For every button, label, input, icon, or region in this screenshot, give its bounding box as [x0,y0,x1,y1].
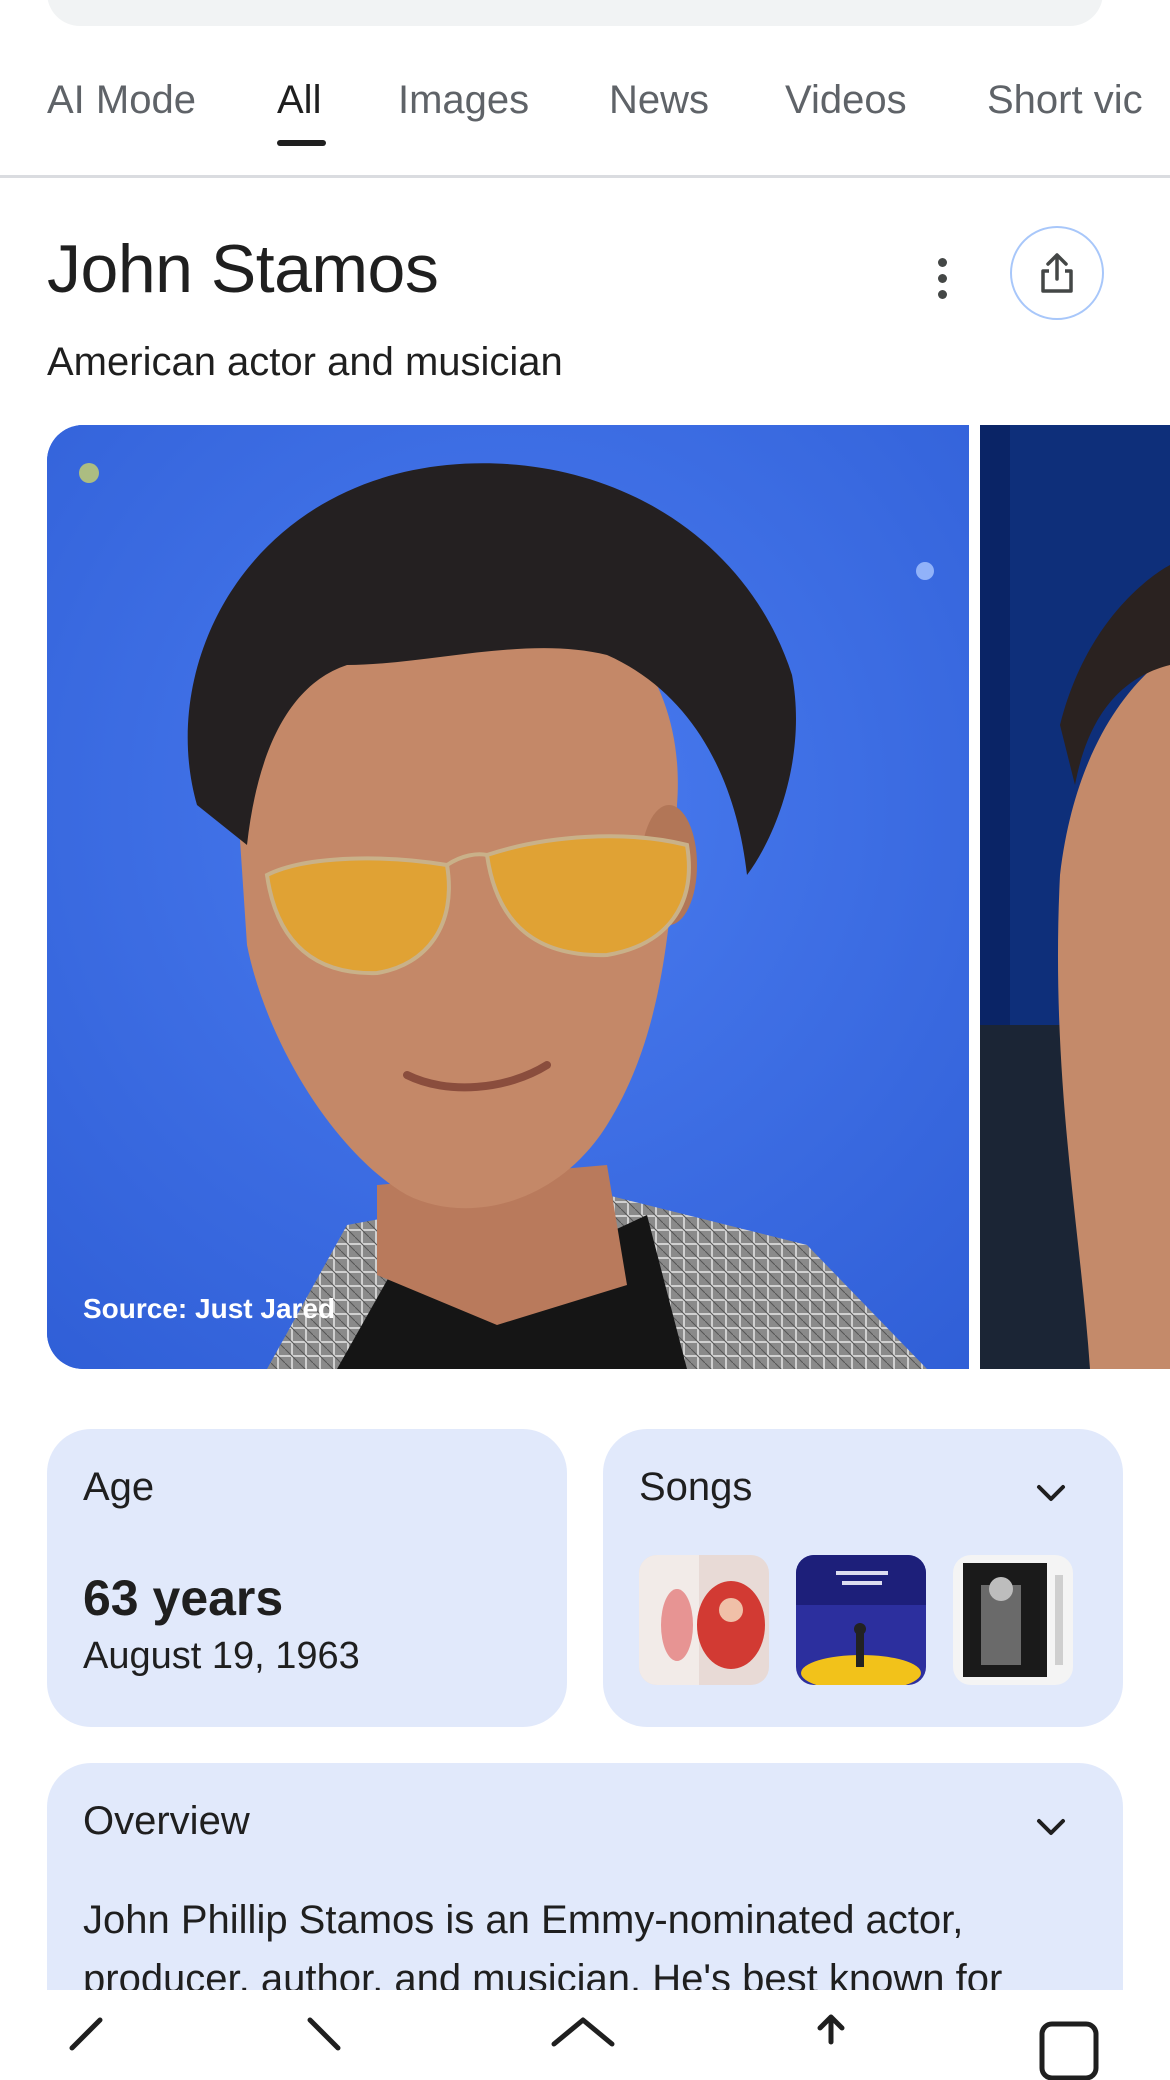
tab-all[interactable]: All [277,78,321,123]
search-bar[interactable] [47,0,1103,26]
age-label: Age [83,1465,155,1509]
tabs-icon[interactable] [1034,2012,1104,2080]
tab-videos[interactable]: Videos [785,78,907,123]
portrait-image-partial [980,425,1170,1369]
age-card[interactable]: Age 63 years August 19, 1963 [47,1429,567,1727]
photo-source-caption: Source: Just Jared [83,1293,336,1324]
entity-title: John Stamos [47,231,439,307]
overview-label: Overview [83,1799,250,1843]
share-button[interactable] [1010,226,1104,320]
portrait-image [47,425,969,1369]
active-tab-indicator [277,140,326,146]
entity-photo-main[interactable]: Source: Just Jared [47,425,969,1369]
chevron-down-icon[interactable] [1031,1473,1071,1513]
tab-ai-mode[interactable]: AI Mode [47,78,196,123]
share-icon[interactable] [806,2012,856,2080]
search-tabs: AI Mode All Images News Videos Short vic [0,60,1170,178]
song-thumbnail-3[interactable] [953,1555,1073,1685]
more-vert-icon[interactable] [918,248,966,308]
back-icon[interactable] [60,2012,110,2080]
browser-bottom-bar [0,1990,1170,2080]
song-thumbnail-1[interactable] [639,1555,769,1685]
songs-label: Songs [639,1465,753,1509]
entity-photo-next[interactable] [980,425,1170,1369]
birth-date: August 19, 1963 [83,1635,360,1677]
songs-card[interactable]: Songs [603,1429,1123,1727]
tab-short-videos[interactable]: Short vic [987,78,1143,123]
forward-icon[interactable] [300,2012,350,2080]
chevron-down-icon[interactable] [1031,1807,1071,1847]
share-icon [1041,253,1073,293]
song-thumbnail-2[interactable] [796,1555,926,1685]
tab-news[interactable]: News [609,78,709,123]
home-icon[interactable] [548,2012,618,2080]
entity-subtitle: American actor and musician [47,340,563,384]
tab-images[interactable]: Images [398,78,529,123]
age-value: 63 years [83,1570,284,1626]
